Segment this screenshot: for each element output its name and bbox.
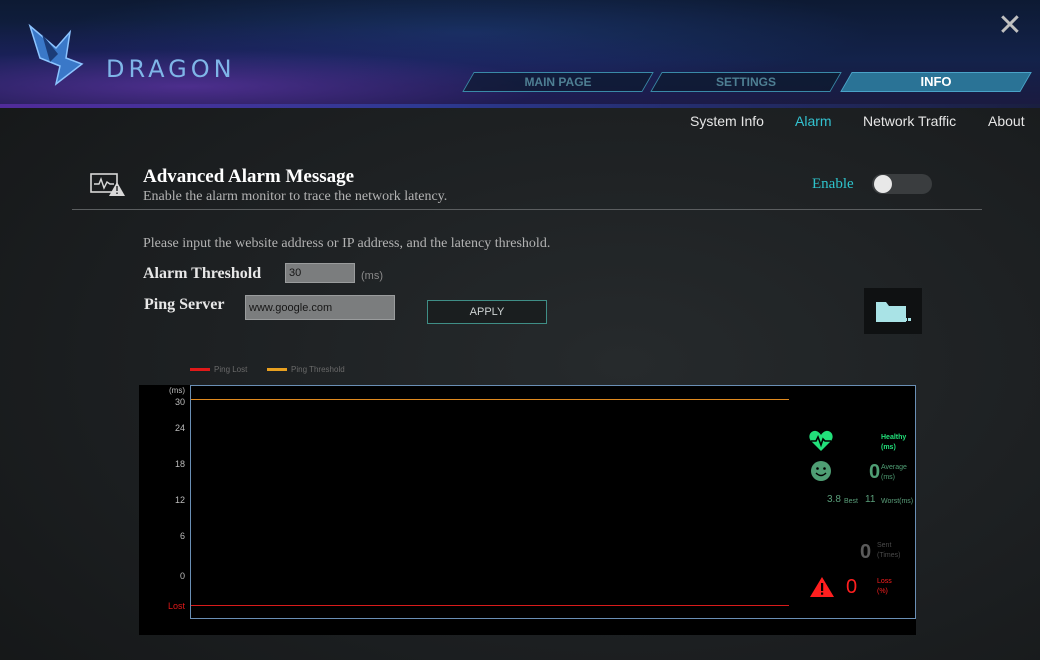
legend-ping-threshold: Ping Threshold xyxy=(291,365,345,374)
sent-label: Sent xyxy=(877,542,892,549)
heart-pulse-icon xyxy=(809,430,833,451)
threshold-unit: (ms) xyxy=(361,270,383,282)
apply-button[interactable]: APPLY xyxy=(427,300,547,324)
section-subtitle: Enable the alarm monitor to trace the ne… xyxy=(143,189,448,204)
lost-line xyxy=(191,605,789,606)
tab-settings-label: SETTINGS xyxy=(715,75,776,89)
worst-label: Worst(ms) xyxy=(881,498,914,505)
healthy-label: Healthy xyxy=(881,434,907,441)
average-label: Average xyxy=(881,464,907,471)
subnav-about[interactable]: About xyxy=(988,113,1025,129)
loss-unit: (%) xyxy=(877,588,888,595)
sent-unit: (Times) xyxy=(877,552,901,559)
instruction-text: Please input the website address or IP a… xyxy=(143,236,551,251)
legend-ping-lost: Ping Lost xyxy=(214,365,248,374)
alarm-threshold-input[interactable] xyxy=(285,263,355,283)
sent-value: 0 xyxy=(860,541,872,563)
loss-value: 0 xyxy=(846,576,858,598)
tab-main-page-label: MAIN PAGE xyxy=(524,75,592,89)
ping-server-input[interactable] xyxy=(245,295,395,320)
tab-info[interactable]: INFO xyxy=(840,72,1032,92)
y-tick-label: 18 xyxy=(174,459,185,469)
legend-ping-threshold-swatch xyxy=(267,368,287,371)
healthy-unit: (ms) xyxy=(881,444,896,451)
average-value: 0 xyxy=(869,461,881,483)
warning-icon xyxy=(810,577,834,597)
brand-name: DRAGON xyxy=(106,55,236,83)
section-divider xyxy=(72,209,982,210)
subnav-alarm[interactable]: Alarm xyxy=(795,113,832,129)
alarm-monitor-icon xyxy=(90,173,125,196)
threshold-line xyxy=(191,399,789,400)
header-banner: DRAGON ✕ MAIN PAGE SETTINGS INFO xyxy=(0,0,1040,108)
legend-ping-lost-swatch xyxy=(190,368,210,371)
section-title: Advanced Alarm Message xyxy=(143,166,355,187)
worst-value: 11 xyxy=(865,494,876,505)
loss-label: Loss xyxy=(877,578,892,585)
y-tick-label: 30 xyxy=(174,397,185,407)
folder-button[interactable] xyxy=(864,288,922,334)
y-axis-unit: (ms) xyxy=(169,386,185,395)
toggle-knob xyxy=(874,175,892,193)
y-tick-label: 0 xyxy=(179,571,185,581)
subnav-network-traffic[interactable]: Network Traffic xyxy=(863,113,956,129)
y-tick-label: 12 xyxy=(174,495,185,505)
enable-label: Enable xyxy=(812,176,854,192)
header-divider xyxy=(0,104,1040,108)
smiley-icon xyxy=(811,461,831,481)
best-value: 3.8 xyxy=(827,494,841,505)
average-unit: (ms) xyxy=(881,474,895,481)
chart-plot-area xyxy=(190,385,916,619)
folder-icon xyxy=(876,302,911,322)
subnav-system-info[interactable]: System Info xyxy=(690,113,764,129)
enable-toggle[interactable] xyxy=(872,174,932,194)
dragon-logo-icon xyxy=(28,23,84,86)
close-icon[interactable]: ✕ xyxy=(996,11,1024,41)
tab-main-page[interactable]: MAIN PAGE xyxy=(462,72,654,92)
tab-info-label: INFO xyxy=(920,74,952,89)
alarm-threshold-label: Alarm Threshold xyxy=(143,265,262,282)
best-label: Best xyxy=(844,498,859,505)
y-tick-label: Lost xyxy=(167,601,185,611)
y-tick-label: 6 xyxy=(179,531,185,541)
tab-settings[interactable]: SETTINGS xyxy=(650,72,842,92)
ping-server-label: Ping Server xyxy=(144,296,225,313)
y-tick-label: 24 xyxy=(174,423,185,433)
